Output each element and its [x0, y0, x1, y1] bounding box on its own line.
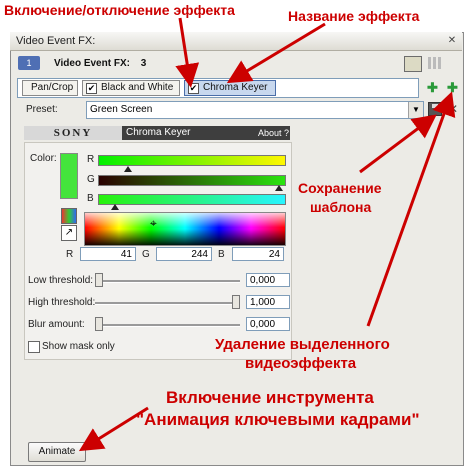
annotation-delete-effect-line1: Удаление выделенного — [215, 336, 390, 353]
annotation-delete-effect-line2: видеоэффекта — [245, 355, 357, 372]
arrow-save-preset — [359, 114, 437, 174]
annotation-save-preset-line2: шаблона — [310, 199, 372, 215]
annotation-keyframe-line2: "Анимация ключевыми кадрами" — [136, 410, 420, 429]
annotation-toggle-effect: Включение/отключение эффекта — [4, 2, 235, 18]
arrow-delete-effect — [366, 91, 456, 327]
arrow-effect-name — [226, 22, 326, 84]
annotation-keyframe-line1: Включение инструмента — [166, 388, 374, 407]
arrow-toggle-effect — [175, 17, 200, 88]
annotation-save-preset-line1: Сохранение — [298, 180, 382, 196]
annotation-effect-name: Название эффекта — [288, 8, 420, 24]
